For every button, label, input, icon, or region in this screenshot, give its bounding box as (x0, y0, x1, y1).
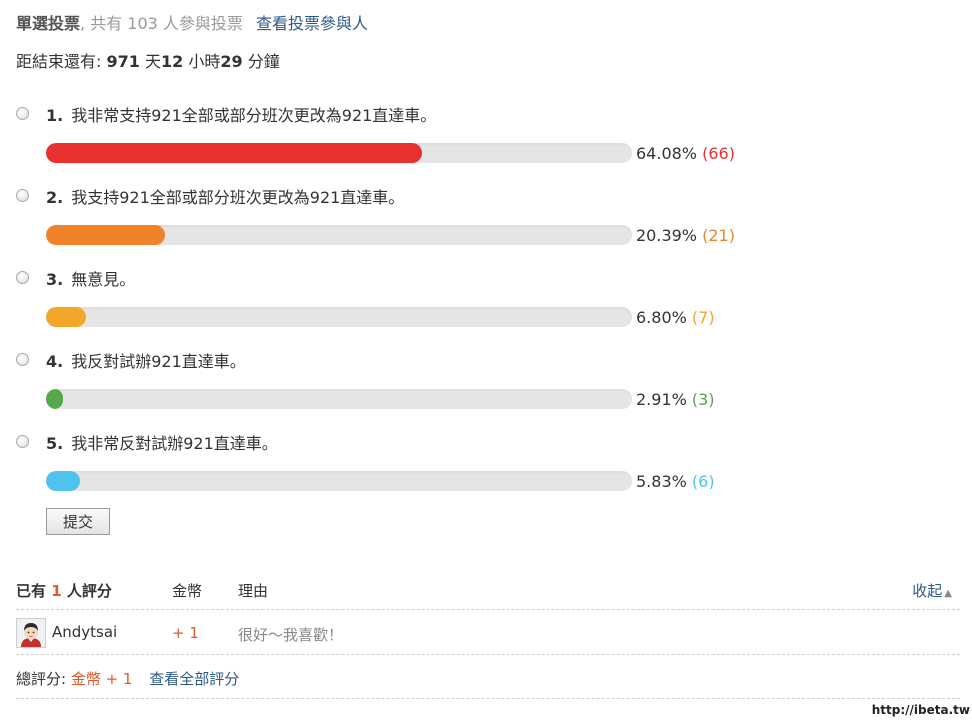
rating-total-label: 總評分: (16, 670, 71, 688)
rating-user-link[interactable]: Andytsai (52, 623, 117, 641)
watermark: http://ibeta.tw (871, 703, 970, 717)
result-stat: 20.39% (21) (636, 226, 735, 245)
option-label[interactable]: 3. 無意見。 (46, 266, 135, 290)
collapse-ratings-link[interactable]: 收起 ▲ (912, 580, 952, 601)
result-stat: 5.83% (6) (636, 472, 715, 491)
rating-header-suffix: 人評分 (61, 582, 112, 600)
result-bar-track (46, 307, 632, 327)
result-percent: 2.91% (636, 390, 687, 409)
poll-option: 3. 無意見。 6.80% (7) (0, 266, 972, 348)
countdown-hours: 12 (160, 52, 184, 71)
result-bar-fill (46, 143, 422, 163)
result-bar-track (46, 143, 632, 163)
result-bar-track (46, 389, 632, 409)
option-text: 我支持921全部或部分班次更改為921直達車。 (71, 188, 405, 207)
rating-col-reason: 理由 (238, 582, 269, 600)
option-label[interactable]: 1. 我非常支持921全部或部分班次更改為921直達車。 (46, 102, 436, 126)
result-percent: 20.39% (636, 226, 698, 245)
view-all-ratings-link[interactable]: 查看全部評分 (149, 670, 239, 688)
divider (16, 698, 960, 699)
result-stat: 64.08% (66) (636, 144, 735, 163)
result-votes: (66) (702, 144, 735, 163)
participants-prefix: 共有 (85, 14, 128, 33)
poll-type-label: 單選投票 (16, 14, 81, 33)
rating-header: 已有 1 人評分 金幣 理由 收起 ▲ (16, 580, 960, 610)
rating-col-coin: 金幣 (172, 582, 203, 600)
countdown-days: 971 (106, 52, 140, 71)
rating-header-prefix: 已有 (16, 582, 52, 600)
option-text: 我非常支持921全部或部分班次更改為921直達車。 (71, 106, 437, 125)
rating-count-label: 已有 1 人評分 (16, 580, 112, 601)
option-number: 3. (46, 270, 64, 289)
option-text: 我反對試辦921直達車。 (71, 352, 246, 371)
option-radio[interactable] (16, 107, 29, 120)
rating-total-value: 金幣 + 1 (70, 670, 133, 688)
option-number: 1. (46, 106, 64, 125)
result-percent: 6.80% (636, 308, 687, 327)
result-stat: 2.91% (3) (636, 390, 715, 409)
rating-row: Andytsai + 1 很好～我喜歡！ (16, 616, 960, 650)
result-stat: 6.80% (7) (636, 308, 715, 327)
result-votes: (21) (702, 226, 735, 245)
option-number: 5. (46, 434, 64, 453)
result-bar-fill (46, 307, 86, 327)
option-number: 2. (46, 188, 64, 207)
avatar[interactable] (16, 618, 46, 648)
rating-coins: + 1 (172, 624, 199, 642)
poll-option: 2. 我支持921全部或部分班次更改為921直達車。 20.39% (21) (0, 184, 972, 266)
avatar-image (17, 619, 45, 647)
result-votes: (6) (691, 472, 715, 491)
result-percent: 5.83% (636, 472, 687, 491)
participants-suffix: 人參與投票 (157, 14, 243, 33)
countdown-minutes-unit: 分鐘 (242, 52, 280, 71)
result-bar-fill (46, 471, 81, 491)
countdown-hours-unit: 小時 (183, 52, 221, 71)
rating-reason: 很好～我喜歡！ (238, 626, 344, 644)
countdown-days-unit: 天 (139, 52, 161, 71)
rating-count: 1 (51, 582, 62, 600)
countdown-minutes: 29 (220, 52, 243, 71)
poll-option: 5. 我非常反對試辦921直達車。 5.83% (6) (0, 430, 972, 512)
result-bar-track (46, 471, 632, 491)
option-radio[interactable] (16, 435, 29, 448)
countdown-prefix: 距結束還有: (16, 52, 107, 71)
result-bar-fill (46, 225, 166, 245)
divider (16, 654, 960, 655)
submit-vote-button[interactable]: 提交 (46, 508, 110, 535)
option-number: 4. (46, 352, 64, 371)
option-label[interactable]: 4. 我反對試辦921直達車。 (46, 348, 246, 372)
result-votes: (3) (691, 390, 715, 409)
option-label[interactable]: 2. 我支持921全部或部分班次更改為921直達車。 (46, 184, 404, 208)
poll-option: 4. 我反對試辦921直達車。 2.91% (3) (0, 348, 972, 430)
poll-option: 1. 我非常支持921全部或部分班次更改為921直達車。 64.08% (66) (0, 102, 972, 184)
result-percent: 64.08% (636, 144, 698, 163)
poll-countdown: 距結束還有: 971 天12 小時29 分鐘 (16, 48, 280, 72)
option-text: 無意見。 (71, 270, 136, 289)
result-bar-fill (46, 389, 64, 409)
option-radio[interactable] (16, 271, 29, 284)
option-label[interactable]: 5. 我非常反對試辦921直達車。 (46, 430, 278, 454)
option-text: 我非常反對試辦921直達車。 (71, 434, 278, 453)
result-bar-track (46, 225, 632, 245)
rating-total: 總評分: 金幣 + 1 查看全部評分 (16, 668, 239, 689)
collapse-label: 收起 (912, 582, 943, 600)
poll-header: 單選投票, 共有 103 人參與投票 查看投票參與人 (16, 10, 368, 34)
option-radio[interactable] (16, 353, 29, 366)
option-radio[interactable] (16, 189, 29, 202)
caret-up-icon: ▲ (944, 588, 952, 599)
result-votes: (7) (691, 308, 715, 327)
divider (16, 609, 960, 610)
participants-count: 103 (127, 14, 158, 33)
view-voters-link[interactable]: 查看投票參與人 (256, 14, 368, 33)
